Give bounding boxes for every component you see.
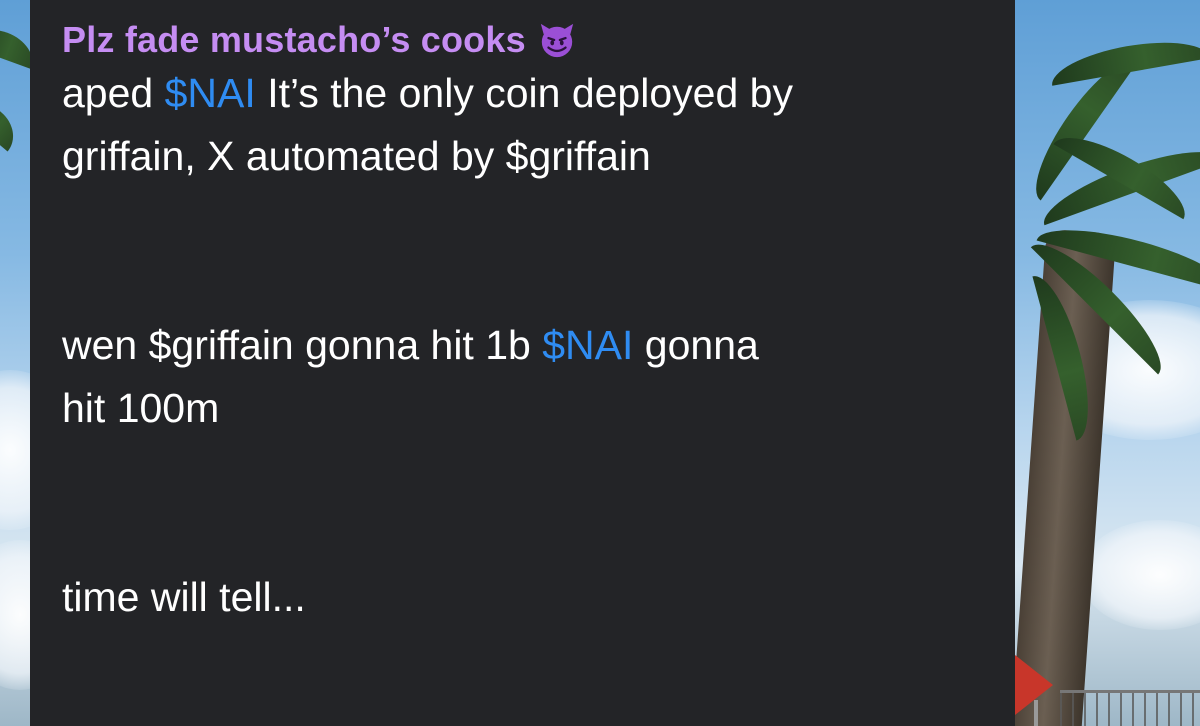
message-line: time will tell...: [62, 574, 306, 620]
message-text-segment: aped: [62, 70, 154, 116]
sender-name[interactable]: Plz fade mustacho’s cooks: [62, 19, 526, 61]
message-line: hit 100m: [62, 385, 220, 431]
message-line: wen $griffain gonna hit 1b $NAI gonna: [62, 314, 983, 377]
message-header: Plz fade mustacho’s cooks: [62, 18, 983, 62]
message-line: griffain, X automated by $griffain: [62, 133, 651, 179]
message-line: aped $NAI It’s the only coin deployed by: [62, 62, 983, 125]
sign-post: [1034, 700, 1038, 726]
message-text-segment: It’s the only coin deployed by: [267, 70, 793, 116]
cashtag-link[interactable]: $NAI: [542, 322, 633, 368]
smiling-devil-emoji-icon: [538, 21, 576, 59]
wallpaper-cloud: [1080, 520, 1200, 630]
message-text-segment: gonna: [644, 322, 759, 368]
cashtag-link[interactable]: $NAI: [165, 70, 256, 116]
message-text-segment: wen $griffain gonna hit 1b: [62, 322, 531, 368]
message-text: aped $NAI It’s the only coin deployed by…: [62, 62, 983, 629]
palm-frond: [0, 93, 25, 152]
fence: [1060, 690, 1200, 726]
message-bubble[interactable]: Plz fade mustacho’s cooks aped $NAI It’s…: [30, 0, 1015, 726]
